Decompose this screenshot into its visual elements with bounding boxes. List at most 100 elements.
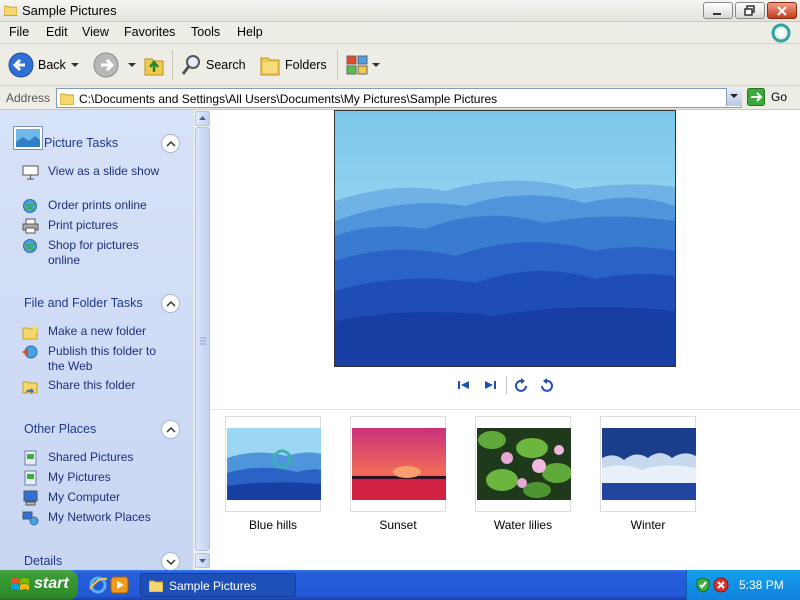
- security-shield-icon[interactable]: [695, 577, 711, 593]
- taskbar-window-sample-pictures[interactable]: Sample Pictures: [140, 573, 296, 597]
- minimize-button[interactable]: [703, 2, 733, 19]
- pictures-folder-icon: [24, 470, 37, 486]
- chevron-up-icon: [166, 426, 176, 433]
- task-shop-pictures[interactable]: Shop for pictures online: [22, 238, 168, 268]
- rotate-clockwise-button[interactable]: [514, 378, 530, 394]
- chevron-up-icon: [166, 140, 176, 147]
- thumbnail-winter[interactable]: Winter: [600, 416, 696, 532]
- search-icon: [181, 55, 200, 75]
- place-my-pictures[interactable]: My Pictures: [22, 470, 168, 486]
- thumbnail-label: Blue hills: [248, 518, 298, 532]
- task-publish-folder[interactable]: Publish this folder to the Web: [22, 344, 168, 374]
- scroll-down-button[interactable]: [195, 553, 210, 568]
- go-label: Go: [771, 90, 788, 104]
- back-label: Back: [38, 58, 66, 72]
- other-places-collapse-button[interactable]: [161, 420, 180, 439]
- menu-favorites[interactable]: Favorites: [124, 25, 175, 39]
- toolbar-separator: [337, 50, 338, 80]
- chevron-down-icon: [166, 559, 176, 566]
- place-my-network-places[interactable]: My Network Places: [22, 510, 168, 526]
- picture-tasks-collapse-button[interactable]: [161, 134, 180, 153]
- details-expand-button[interactable]: [161, 552, 180, 570]
- internet-explorer-icon[interactable]: [88, 575, 108, 595]
- minimize-icon: [713, 13, 721, 15]
- file-folder-tasks-collapse-button[interactable]: [161, 294, 180, 313]
- task-pane: Picture Tasks View as a slide show Order…: [0, 110, 193, 570]
- start-button[interactable]: start: [0, 570, 78, 600]
- slideshow-icon: [22, 165, 39, 180]
- place-shared-pictures[interactable]: Shared Pictures: [22, 450, 168, 466]
- chevron-up-icon: [166, 300, 176, 307]
- globe-icon: [23, 199, 37, 213]
- publish-web-icon: [22, 345, 38, 359]
- chevron-down-icon: [128, 63, 136, 67]
- place-label: Shared Pictures: [48, 450, 134, 464]
- task-view-slideshow[interactable]: View as a slide show: [22, 164, 168, 180]
- views-icon: [346, 55, 368, 75]
- task-label: Order prints online: [48, 198, 147, 212]
- task-label: Shop for pictures online: [48, 238, 139, 267]
- clock: 5:38 PM: [739, 578, 784, 592]
- network-error-icon[interactable]: [713, 577, 729, 593]
- network-places-icon: [22, 511, 39, 526]
- menu-edit[interactable]: Edit: [46, 25, 68, 39]
- task-order-prints[interactable]: Order prints online: [22, 198, 168, 214]
- scroll-thumb[interactable]: [195, 127, 210, 551]
- window-title: Sample Pictures: [22, 3, 117, 18]
- task-print-pictures[interactable]: Print pictures: [22, 218, 168, 234]
- scroll-up-button[interactable]: [195, 111, 210, 126]
- folder-icon: [4, 5, 17, 16]
- chevron-down-icon: [70, 63, 79, 67]
- task-label: View as a slide show: [48, 164, 160, 178]
- media-player-icon[interactable]: [110, 575, 130, 595]
- close-button[interactable]: [767, 2, 797, 19]
- up-folder-icon: [144, 58, 164, 76]
- menu-file[interactable]: File: [9, 25, 29, 39]
- task-pane-scrollbar[interactable]: [193, 110, 210, 570]
- folders-label: Folders: [285, 58, 327, 72]
- place-label: My Pictures: [48, 470, 111, 484]
- menu-help[interactable]: Help: [237, 25, 263, 39]
- address-bar: Address C:\Documents and Settings\All Us…: [0, 86, 800, 110]
- go-button[interactable]: Go: [747, 88, 787, 106]
- folder-icon: [60, 93, 74, 105]
- thumbnail-blue-hills[interactable]: Blue hills: [225, 416, 321, 532]
- restore-button[interactable]: [735, 2, 765, 19]
- thumbnail-frame: [475, 416, 571, 512]
- thumbnail-strip: Blue hills Sunset Water lilies Winter: [210, 409, 800, 570]
- thumbnail-water-lilies[interactable]: Water lilies: [475, 416, 571, 532]
- computer-icon: [23, 490, 38, 506]
- up-folder-button[interactable]: [143, 50, 165, 80]
- file-folder-tasks-title: File and Folder Tasks: [24, 296, 143, 310]
- back-arrow-icon: [8, 52, 34, 78]
- back-button[interactable]: Back: [8, 50, 80, 80]
- start-label: start: [34, 575, 69, 592]
- pictures-folder-icon: [24, 450, 37, 466]
- taskbar: start Sample Pictures 5:38 PM: [0, 570, 800, 600]
- restore-icon: [744, 5, 755, 16]
- chevron-down-icon: [372, 63, 380, 67]
- winter-thumbnail: [602, 428, 696, 500]
- next-image-button[interactable]: [482, 378, 498, 392]
- picture-tasks-icon: [13, 126, 43, 150]
- address-dropdown-button[interactable]: [726, 88, 742, 106]
- menu-tools[interactable]: Tools: [191, 25, 220, 39]
- new-folder-icon: [22, 324, 39, 340]
- forward-button[interactable]: [93, 50, 137, 80]
- task-label: Print pictures: [48, 218, 119, 232]
- place-my-computer[interactable]: My Computer: [22, 490, 168, 506]
- thumbnail-sunset[interactable]: Sunset: [350, 416, 446, 532]
- previous-image-button[interactable]: [456, 378, 472, 392]
- rotate-counterclockwise-button[interactable]: [538, 378, 554, 394]
- task-share-folder[interactable]: Share this folder: [22, 378, 168, 394]
- thumbnail-frame: [600, 416, 696, 512]
- menu-view[interactable]: View: [82, 25, 109, 39]
- search-button[interactable]: Search: [180, 50, 246, 80]
- scroll-up-icon: [199, 116, 206, 120]
- blue-hills-thumbnail: [227, 428, 321, 500]
- chevron-down-icon: [730, 94, 738, 98]
- address-input[interactable]: C:\Documents and Settings\All Users\Docu…: [56, 88, 742, 108]
- task-make-new-folder[interactable]: Make a new folder: [22, 324, 168, 340]
- folders-button[interactable]: Folders: [259, 50, 327, 80]
- views-button[interactable]: [345, 50, 381, 80]
